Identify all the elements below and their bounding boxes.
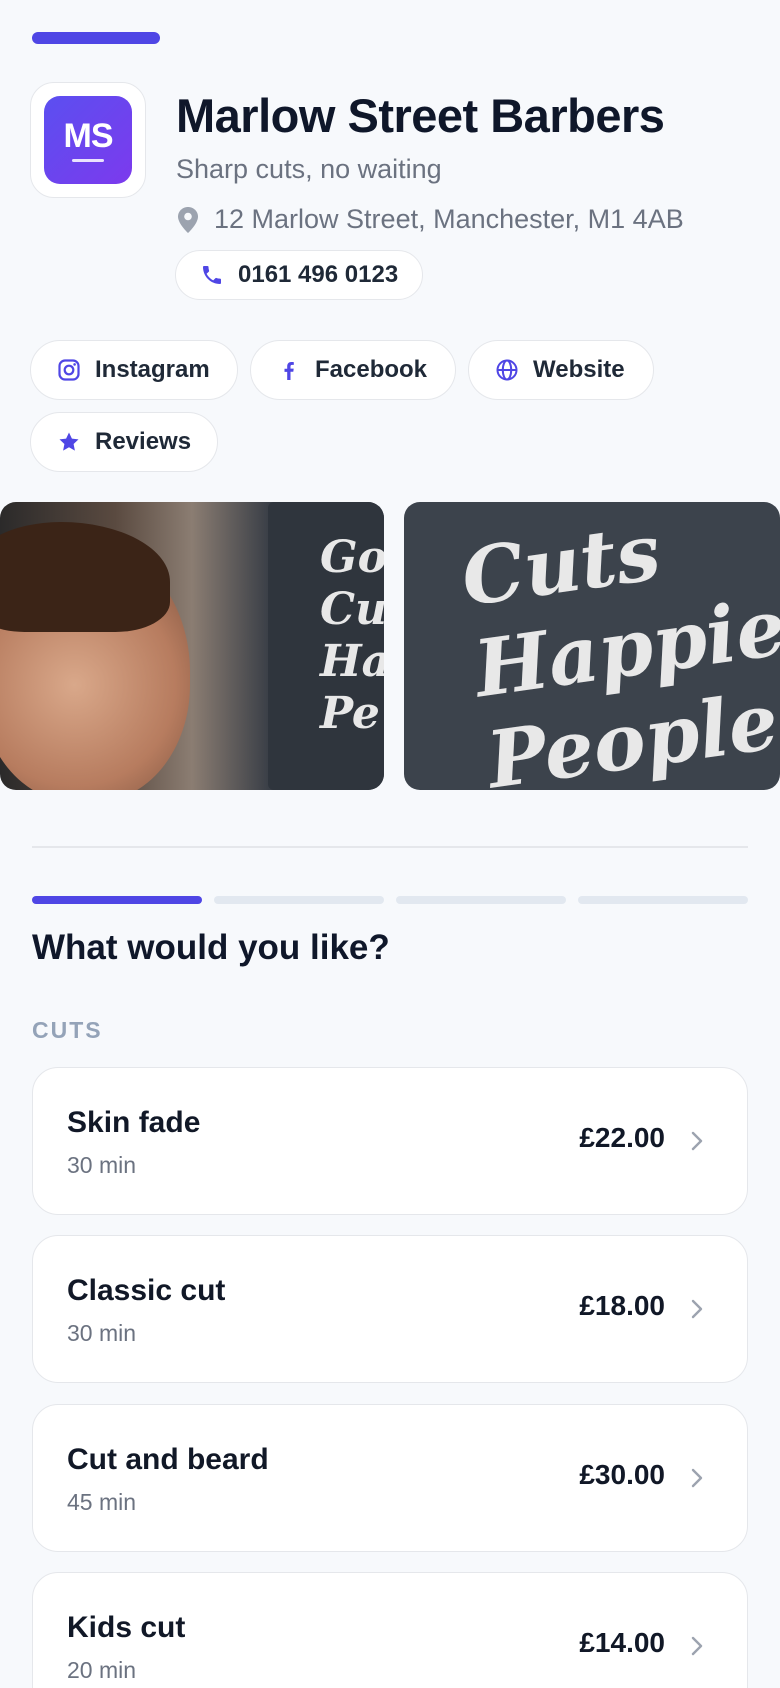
- business-tagline: Sharp cuts, no waiting: [176, 154, 442, 184]
- service-duration: 20 min: [67, 1657, 137, 1683]
- category-label: CUTS: [32, 1017, 103, 1043]
- service-duration: 45 min: [67, 1489, 137, 1515]
- service-name: Kids cut: [67, 1611, 186, 1644]
- facebook-icon: [277, 358, 301, 382]
- website-link[interactable]: Website: [468, 340, 654, 400]
- service-price: £14.00: [579, 1627, 665, 1658]
- business-logo: MS: [30, 82, 146, 198]
- photo-gallery[interactable]: Goo Cut Hap Pe Cuts Happier People: [0, 502, 780, 790]
- top-accent-bar: [32, 32, 160, 44]
- chevron-right-icon: [691, 1131, 703, 1151]
- logo-badge: MS: [44, 96, 132, 184]
- location-pin-icon: [178, 206, 198, 233]
- service-price: £30.00: [579, 1459, 665, 1490]
- facebook-link[interactable]: Facebook: [250, 340, 456, 400]
- phone-icon: [203, 266, 221, 284]
- facebook-label: Facebook: [315, 356, 428, 383]
- website-label: Website: [533, 356, 625, 383]
- service-name: Cut and beard: [67, 1443, 269, 1476]
- service-duration: 30 min: [67, 1320, 137, 1346]
- service-price: £22.00: [579, 1122, 665, 1153]
- progress-step-4: [578, 896, 748, 904]
- star-icon: [57, 430, 81, 454]
- phone-number: 0161 496 0123: [238, 261, 399, 288]
- service-duration: 30 min: [67, 1152, 137, 1178]
- service-card[interactable]: Kids cut 20 min £14.00: [32, 1572, 748, 1688]
- progress-step-2: [214, 896, 384, 904]
- chalkboard-text: Goo Cut Hap Pe: [320, 532, 384, 739]
- booking-question: What would you like?: [32, 928, 390, 967]
- service-name: Classic cut: [67, 1274, 226, 1307]
- section-divider: [32, 846, 748, 848]
- progress-step-3: [396, 896, 566, 904]
- service-card[interactable]: Cut and beard 45 min £30.00: [32, 1404, 748, 1552]
- instagram-icon: [57, 358, 81, 382]
- business-name: Marlow Street Barbers: [176, 89, 665, 142]
- logo-text: MS: [63, 116, 114, 155]
- service-card[interactable]: Classic cut 30 min £18.00: [32, 1235, 748, 1383]
- chalkboard-slogan: Cuts Happier People: [456, 506, 780, 790]
- reviews-link[interactable]: Reviews: [30, 412, 218, 472]
- globe-icon: [495, 358, 519, 382]
- chevron-right-icon: [691, 1468, 703, 1488]
- booking-progress: [32, 896, 748, 904]
- service-price: £18.00: [579, 1290, 665, 1321]
- instagram-label: Instagram: [95, 356, 210, 383]
- chevron-right-icon: [691, 1299, 703, 1319]
- gallery-photo-chalkboard[interactable]: Cuts Happier People: [404, 502, 780, 790]
- business-address[interactable]: 12 Marlow Street, Manchester, M1 4AB: [176, 204, 684, 235]
- service-name: Skin fade: [67, 1106, 201, 1139]
- service-card[interactable]: Skin fade 30 min £22.00: [32, 1067, 748, 1215]
- instagram-link[interactable]: Instagram: [30, 340, 238, 400]
- chalkboard: Goo Cut Hap Pe: [268, 502, 384, 790]
- address-text: 12 Marlow Street, Manchester, M1 4AB: [214, 204, 684, 234]
- progress-step-1: [32, 896, 202, 904]
- barber-hair: [0, 522, 170, 632]
- chevron-right-icon: [691, 1636, 703, 1656]
- logo-underline: [72, 158, 104, 162]
- reviews-label: Reviews: [95, 428, 192, 455]
- gallery-photo-barber[interactable]: Goo Cut Hap Pe: [0, 502, 384, 790]
- phone-button[interactable]: 0161 496 0123: [175, 250, 424, 300]
